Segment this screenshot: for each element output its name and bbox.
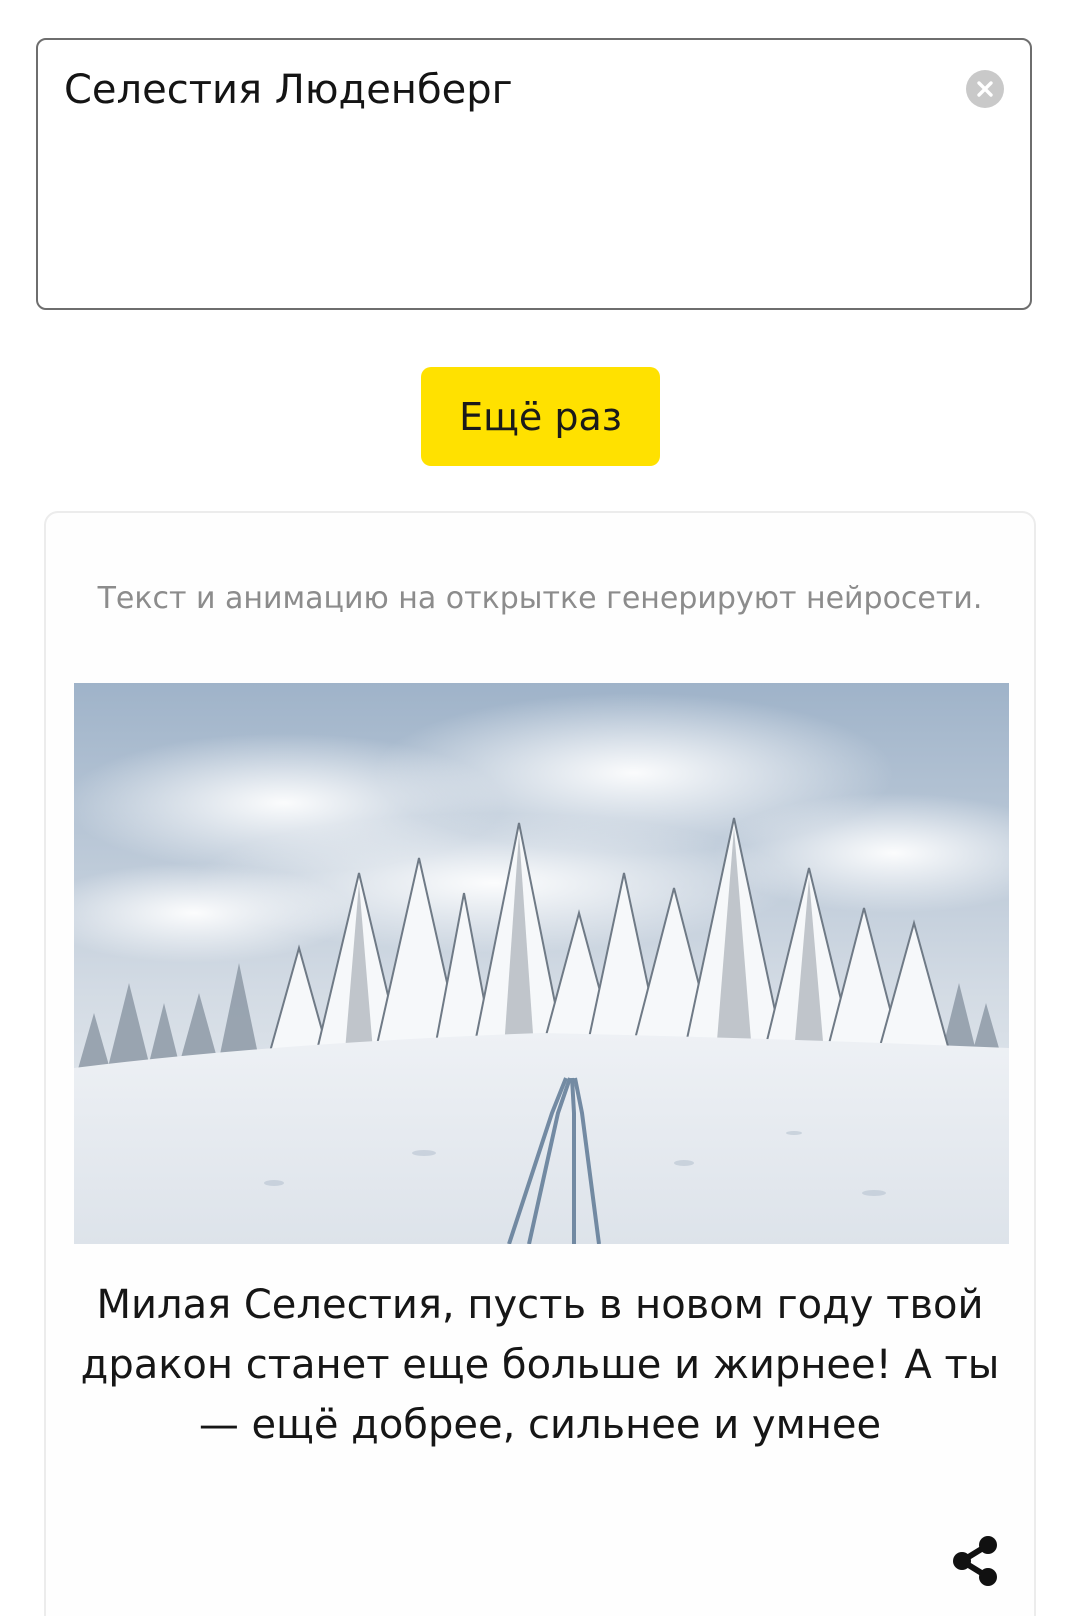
postcard-image: [74, 683, 1009, 1244]
again-button[interactable]: Ещё раз: [421, 367, 660, 466]
ai-disclaimer: Текст и анимацию на открытке генерируют …: [97, 581, 983, 616]
postcard-generator-page: Селестия Люденберг Ещё раз Текст и анима…: [0, 0, 1080, 1616]
clear-icon[interactable]: [966, 70, 1004, 108]
name-input-field[interactable]: Селестия Люденберг: [36, 38, 1032, 310]
greeting-text: Милая Селестия, пусть в новом году твой …: [80, 1282, 1000, 1448]
share-icon[interactable]: [948, 1533, 1004, 1589]
postcard-card: Текст и анимацию на открытке генерируют …: [44, 511, 1036, 1616]
name-input-value[interactable]: Селестия Люденберг: [64, 66, 513, 114]
